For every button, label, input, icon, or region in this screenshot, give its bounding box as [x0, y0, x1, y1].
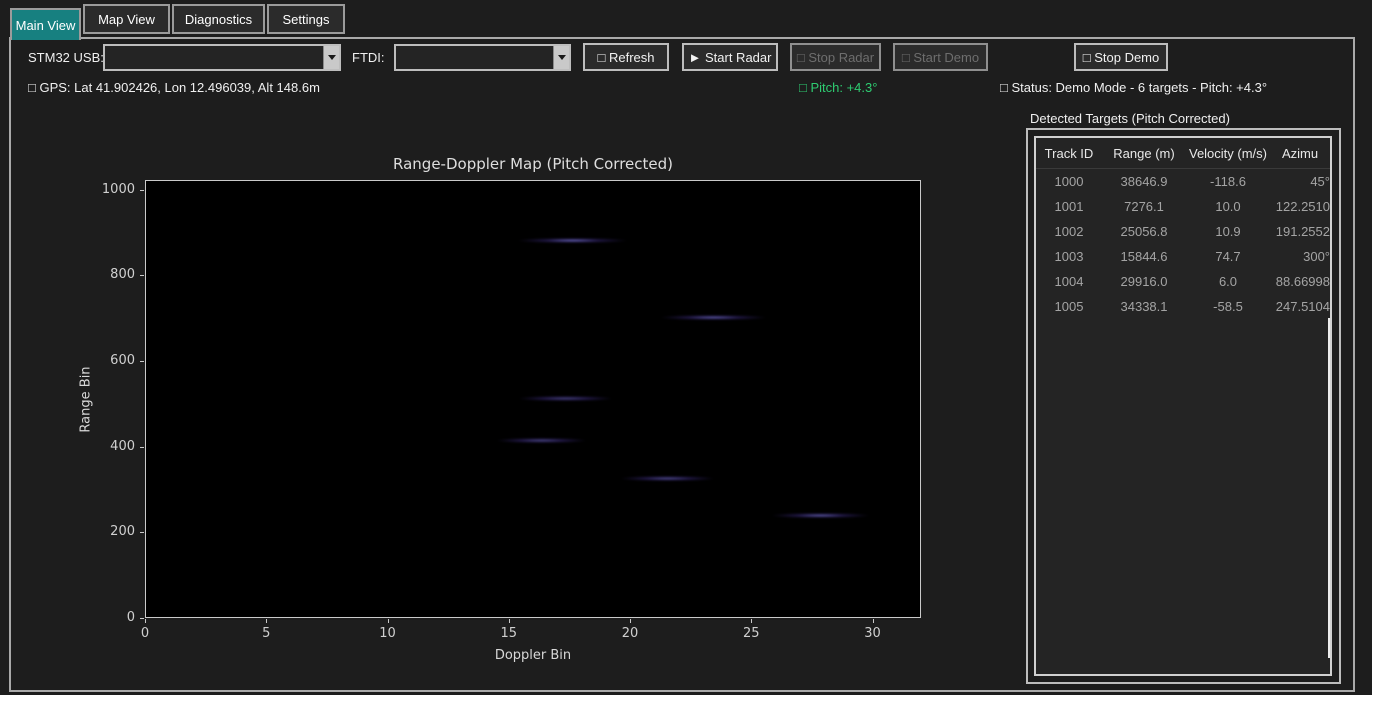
y-tick-label: 1000 [90, 182, 135, 197]
column-header-velocity-m-s-[interactable]: Velocity (m/s) [1186, 138, 1270, 169]
stop-radar-button[interactable]: □ Stop Radar [790, 43, 881, 71]
stm32-usb-combobox[interactable] [103, 44, 341, 71]
table-row[interactable]: 100534338.1-58.5247.5104 [1036, 294, 1330, 319]
tab-settings[interactable]: Settings [267, 4, 345, 34]
ftdi-label: FTDI: [352, 50, 385, 65]
y-tick [140, 361, 144, 362]
table-cell: 10.0 [1186, 194, 1270, 219]
target-return-streak [519, 396, 612, 401]
tab-map-view[interactable]: Map View [83, 4, 170, 34]
x-tick [509, 619, 510, 623]
table-row[interactable]: 100315844.674.7300° [1036, 244, 1330, 269]
column-header-track-id[interactable]: Track ID [1036, 138, 1102, 169]
table-scrollbar[interactable] [1328, 318, 1330, 658]
table-row[interactable]: 10017276.110.0122.2510 [1036, 194, 1330, 219]
table-row[interactable]: 100038646.9-118.645° [1036, 169, 1330, 194]
y-tick-label: 400 [90, 439, 135, 454]
pitch-indicator-text: □ Pitch: +4.3° [799, 80, 877, 95]
screen: Main ViewMap ViewDiagnosticsSettings STM… [0, 0, 1380, 716]
stop-demo-button[interactable]: □ Stop Demo [1074, 43, 1168, 71]
target-return-streak [518, 238, 627, 243]
x-tick-label: 30 [858, 626, 888, 641]
x-tick [630, 619, 631, 623]
table-cell: 247.5104 [1270, 294, 1330, 319]
table-cell: -118.6 [1186, 169, 1270, 194]
target-return-streak [661, 315, 766, 320]
x-tick [145, 619, 146, 623]
chevron-down-icon[interactable] [323, 46, 339, 69]
x-axis-label: Doppler Bin [145, 648, 921, 663]
y-tick [140, 618, 144, 619]
table-cell: 34338.1 [1102, 294, 1186, 319]
y-tick-label: 800 [90, 267, 135, 282]
x-tick-label: 5 [251, 626, 281, 641]
y-tick [140, 532, 144, 533]
target-return-streak [772, 513, 869, 518]
y-tick [140, 447, 144, 448]
table-cell: 1000 [1036, 169, 1102, 194]
x-tick-label: 20 [615, 626, 645, 641]
app-window: Main ViewMap ViewDiagnosticsSettings STM… [0, 0, 1372, 695]
table-cell: 45° [1270, 169, 1330, 194]
tab-diagnostics[interactable]: Diagnostics [172, 4, 265, 34]
y-tick [140, 190, 144, 191]
x-tick [751, 619, 752, 623]
table-cell: 1003 [1036, 244, 1102, 269]
table-cell: 1004 [1036, 269, 1102, 294]
x-tick [388, 619, 389, 623]
range-doppler-heatmap[interactable] [145, 180, 921, 618]
ftdi-combobox[interactable] [394, 44, 571, 71]
targets-panel-caption: Detected Targets (Pitch Corrected) [1030, 111, 1230, 126]
table-cell: 1002 [1036, 219, 1102, 244]
y-tick-label: 0 [90, 610, 135, 625]
y-tick-label: 600 [90, 353, 135, 368]
y-tick [140, 275, 144, 276]
table-cell: 6.0 [1186, 269, 1270, 294]
chevron-down-icon[interactable] [553, 46, 569, 69]
stm32-usb-label: STM32 USB: [28, 50, 104, 65]
targets-table-header: Track IDRange (m)Velocity (m/s)Azimu [1036, 138, 1330, 169]
table-cell: 300° [1270, 244, 1330, 269]
gps-status-text: □ GPS: Lat 41.902426, Lon 12.496039, Alt… [28, 80, 320, 95]
x-tick-label: 15 [494, 626, 524, 641]
table-cell: 191.2552 [1270, 219, 1330, 244]
x-tick [873, 619, 874, 623]
table-cell: 1005 [1036, 294, 1102, 319]
y-axis-label: Range Bin [79, 350, 94, 450]
start-demo-button[interactable]: □ Start Demo [893, 43, 988, 71]
table-cell: 38646.9 [1102, 169, 1186, 194]
column-header-azimu[interactable]: Azimu [1270, 138, 1330, 169]
table-row[interactable]: 100429916.06.088.66998 [1036, 269, 1330, 294]
table-cell: 88.66998 [1270, 269, 1330, 294]
target-return-streak [621, 476, 714, 481]
tab-main-view[interactable]: Main View [10, 8, 81, 40]
table-cell: 29916.0 [1102, 269, 1186, 294]
table-cell: 10.9 [1186, 219, 1270, 244]
table-cell: 122.2510 [1270, 194, 1330, 219]
table-row[interactable]: 100225056.810.9191.2552 [1036, 219, 1330, 244]
column-header-range-m-[interactable]: Range (m) [1102, 138, 1186, 169]
table-cell: 15844.6 [1102, 244, 1186, 269]
target-return-streak [497, 438, 586, 443]
start-radar-button[interactable]: ► Start Radar [682, 43, 778, 71]
chart-title: Range-Doppler Map (Pitch Corrected) [145, 155, 921, 173]
refresh-button[interactable]: □ Refresh [583, 43, 669, 71]
x-tick-label: 25 [736, 626, 766, 641]
table-cell: 25056.8 [1102, 219, 1186, 244]
x-tick [266, 619, 267, 623]
x-tick-label: 0 [130, 626, 160, 641]
x-tick-label: 10 [373, 626, 403, 641]
table-cell: -58.5 [1186, 294, 1270, 319]
table-cell: 74.7 [1186, 244, 1270, 269]
table-cell: 7276.1 [1102, 194, 1186, 219]
y-tick-label: 200 [90, 524, 135, 539]
demo-status-text: □ Status: Demo Mode - 6 targets - Pitch:… [1000, 80, 1267, 95]
table-cell: 1001 [1036, 194, 1102, 219]
